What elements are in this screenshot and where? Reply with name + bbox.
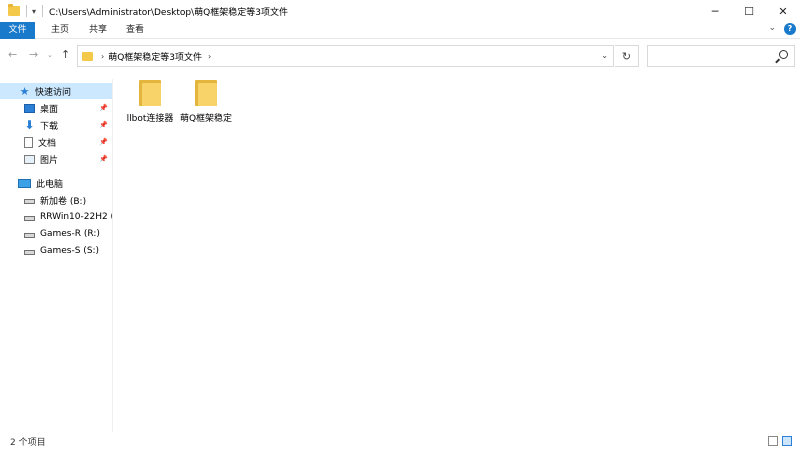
desktop-icon xyxy=(24,103,35,113)
ribbon-tab-bar: 文件 主页 共享 查看 ⌄ ? xyxy=(0,22,800,39)
sidebar-item-label: 此电脑 xyxy=(36,179,64,190)
folder-item[interactable]: 萌Q框架稳定 xyxy=(176,80,236,125)
maximize-button[interactable]: ☐ xyxy=(732,0,766,22)
view-toggle xyxy=(768,436,792,446)
address-dropdown-button[interactable]: ⌄ xyxy=(601,51,608,60)
pin-icon: 📌 xyxy=(99,155,108,163)
title-bar: ▾ C:\Users\Administrator\Desktop\萌Q框架稳定等… xyxy=(0,0,800,22)
drive-icon xyxy=(24,199,35,204)
back-button[interactable]: ← xyxy=(8,48,17,61)
folder-icon xyxy=(82,51,93,61)
sidebar-item-label: 桌面 xyxy=(40,104,59,115)
sidebar-item-documents[interactable]: 文档 📌 xyxy=(0,134,112,150)
refresh-button[interactable]: ↻ xyxy=(615,45,639,67)
address-bar[interactable]: › 萌Q框架稳定等3项文件 › ⌄ xyxy=(77,45,614,67)
navigation-pane: ★ 快速访问 桌面 📌 ⬇ 下载 📌 文档 📌 图片 📌 此电脑 新加卷 (B:… xyxy=(0,79,113,432)
up-button[interactable]: ↑ xyxy=(61,48,70,61)
folder-item[interactable]: llbot连接器 xyxy=(120,80,180,125)
details-view-icon[interactable] xyxy=(768,436,778,446)
pictures-icon xyxy=(24,154,35,164)
sidebar-item-desktop[interactable]: 桌面 📌 xyxy=(0,100,112,116)
breadcrumb-chevron[interactable]: › xyxy=(101,52,104,61)
ribbon-right-controls: ⌄ ? xyxy=(768,23,796,35)
window-controls: ─ ☐ ✕ xyxy=(698,0,800,22)
sidebar-item-drive-r[interactable]: Games-R (R:) xyxy=(0,226,112,242)
tab-file[interactable]: 文件 xyxy=(0,22,35,39)
search-icon xyxy=(779,50,788,59)
folder-icon xyxy=(8,4,20,16)
help-icon[interactable]: ? xyxy=(784,23,796,35)
computer-icon xyxy=(18,178,31,188)
pin-icon: 📌 xyxy=(99,138,108,146)
pin-icon: 📌 xyxy=(99,104,108,112)
folder-name: 萌Q框架稳定 xyxy=(179,114,233,124)
breadcrumb-chevron[interactable]: › xyxy=(208,52,211,61)
drive-icon xyxy=(24,233,35,238)
window-title: C:\Users\Administrator\Desktop\萌Q框架稳定等3项… xyxy=(49,7,288,18)
star-icon: ★ xyxy=(19,84,30,98)
sidebar-item-label: 新加卷 (B:) xyxy=(40,196,87,207)
breadcrumb-current-folder[interactable]: 萌Q框架稳定等3项文件 xyxy=(108,50,202,63)
sidebar-item-label: 文档 xyxy=(38,138,57,149)
quick-access-toolbar-dropdown[interactable]: ▾ xyxy=(32,7,36,16)
search-input[interactable] xyxy=(647,45,795,67)
download-icon: ⬇ xyxy=(24,117,35,132)
item-count: 2 个项目 xyxy=(10,438,46,448)
title-separator xyxy=(42,5,44,17)
sidebar-item-drive-c[interactable]: RRWin10-22H2 (C xyxy=(0,209,112,225)
sidebar-item-drive-s[interactable]: Games-S (S:) xyxy=(0,243,112,259)
sidebar-item-label: RRWin10-22H2 (C xyxy=(40,212,112,222)
pin-icon: 📌 xyxy=(99,121,108,129)
tab-view[interactable]: 查看 xyxy=(125,22,145,39)
minimize-button[interactable]: ─ xyxy=(698,0,732,22)
large-icons-view-icon[interactable] xyxy=(782,436,792,446)
sidebar-item-pictures[interactable]: 图片 📌 xyxy=(0,151,112,167)
navigation-bar: ← → ⌄ ↑ › 萌Q框架稳定等3项文件 › ⌄ ↻ xyxy=(0,40,800,72)
sidebar-item-label: 下载 xyxy=(40,121,59,132)
sidebar-item-this-pc[interactable]: 此电脑 xyxy=(0,175,112,191)
sidebar-item-drive-b[interactable]: 新加卷 (B:) xyxy=(0,192,112,208)
sidebar-item-quick-access[interactable]: ★ 快速访问 xyxy=(0,83,112,99)
close-button[interactable]: ✕ xyxy=(766,0,800,22)
folder-name: llbot连接器 xyxy=(126,114,174,124)
sidebar-item-label: Games-R (R:) xyxy=(40,229,100,239)
drive-icon xyxy=(24,216,35,221)
tab-home[interactable]: 主页 xyxy=(50,22,70,39)
title-separator xyxy=(26,5,27,17)
sidebar-item-label: 快速访问 xyxy=(35,87,72,98)
sidebar-item-label: 图片 xyxy=(40,155,59,166)
expand-ribbon-button[interactable]: ⌄ xyxy=(768,23,776,35)
forward-button[interactable]: → xyxy=(29,48,38,61)
documents-icon xyxy=(24,136,33,148)
status-bar: 2 个项目 xyxy=(0,432,800,451)
folder-icon xyxy=(195,80,217,106)
sidebar-item-downloads[interactable]: ⬇ 下载 📌 xyxy=(0,117,112,133)
folder-icon xyxy=(139,80,161,106)
sidebar-item-label: Games-S (S:) xyxy=(40,246,100,256)
recent-locations-button[interactable]: ⌄ xyxy=(47,51,53,59)
file-list-view[interactable]: llbot连接器 萌Q框架稳定 xyxy=(114,72,800,432)
tab-share[interactable]: 共享 xyxy=(88,22,108,39)
drive-icon xyxy=(24,250,35,255)
